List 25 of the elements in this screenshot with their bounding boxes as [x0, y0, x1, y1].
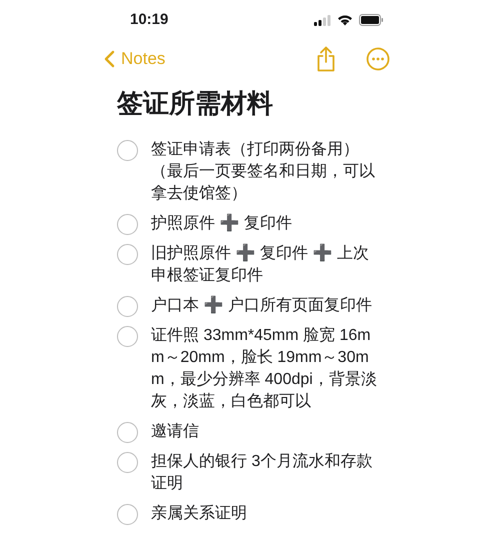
checklist-item: 邀请信 — [151, 422, 200, 442]
checkbox[interactable] — [117, 504, 138, 525]
share-icon[interactable] — [316, 46, 336, 72]
checklist-item: 证件照 33mm*45mm 脸宽 16mm～20mm，脸长 19mm～30mm，最少分辨率 400dpi，背景淡灰，淡蓝，白色都可以 — [151, 326, 378, 412]
checkbox[interactable] — [117, 296, 138, 317]
checkbox[interactable] — [117, 214, 138, 235]
checkbox[interactable] — [117, 244, 138, 265]
checklist-item: 户口本 ➕ 户口所有页面复印件 — [151, 295, 373, 316]
checkbox[interactable] — [117, 452, 138, 473]
chevron-left-icon — [104, 50, 115, 68]
note-title: 签证所需材料 — [117, 87, 274, 120]
checklist-item: 签证申请表（打印两份备用）（最后一页要签名和日期，可以拿去使馆签） — [151, 140, 376, 204]
checklist-item: 亲属关系证明 — [151, 504, 248, 524]
checkbox[interactable] — [117, 326, 138, 347]
wifi-icon — [337, 14, 353, 26]
back-button[interactable]: Notes — [104, 46, 166, 72]
more-icon[interactable] — [366, 47, 390, 71]
checklist-item: 担保人的银行 3个月流水和存款证明 — [151, 452, 374, 494]
checkbox[interactable] — [117, 422, 138, 443]
battery-icon — [359, 14, 384, 26]
checklist-item: 护照原件 ➕ 复印件 — [151, 213, 293, 234]
signal-icon — [314, 14, 331, 26]
status-time: 10:19 — [130, 10, 168, 30]
checkbox[interactable] — [117, 140, 138, 161]
checklist-item: 旧护照原件 ➕ 复印件 ➕ 上次申根签证复印件 — [151, 243, 370, 286]
